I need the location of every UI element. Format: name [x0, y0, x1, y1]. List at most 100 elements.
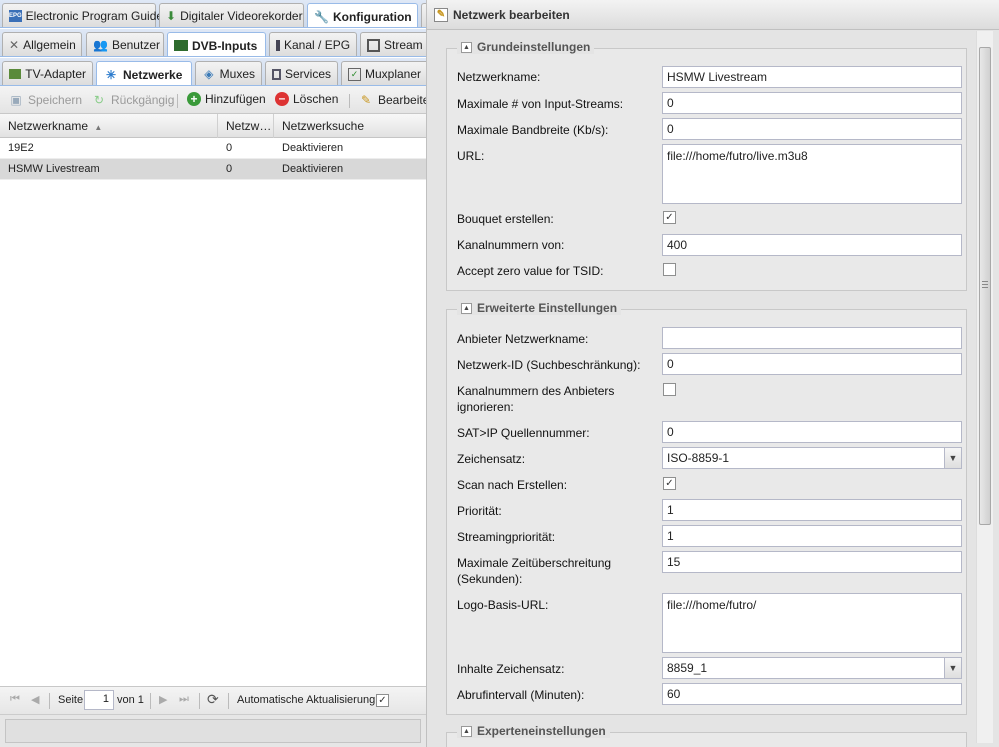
undo-button[interactable]: ↻ Rückgängig [91, 92, 174, 108]
tab-label: Allgemein [23, 38, 76, 52]
content-charset-select[interactable]: 8859_1 ▼ [662, 657, 962, 679]
first-page-icon[interactable]: ⏮ [10, 693, 20, 706]
epg-icon: EPG [9, 10, 22, 22]
tab-epg[interactable]: EPG Electronic Program Guide [2, 3, 163, 27]
add-button[interactable]: + Hinzufügen [187, 92, 266, 106]
page-total-label: von 1 [117, 694, 144, 706]
content-charset-value: 8859_1 [667, 661, 708, 675]
edit-icon: ✎ [360, 93, 372, 107]
url-label: URL: [457, 149, 485, 163]
tab-konfiguration[interactable]: 🔧 Konfiguration [307, 3, 418, 27]
pager-separator [199, 693, 200, 709]
logo-url-textarea[interactable]: file:///home/futro/ [662, 593, 962, 653]
save-icon: ▣ [10, 93, 22, 107]
column-header-name[interactable]: Netzwerkname ▲ [0, 114, 218, 138]
grip-line [982, 284, 988, 285]
legend-label: Experteneinstellungen [477, 724, 606, 738]
cell-scan: Deaktivieren [282, 163, 344, 175]
channel-number-input[interactable]: 400 [662, 234, 962, 256]
antenna-icon: ✳ [105, 67, 117, 82]
tab-tv-adapter[interactable]: TV-Adapter [2, 61, 93, 85]
table-row-selected[interactable]: HSMW Livestream 0 Deaktivieren [0, 159, 426, 180]
scan-after-create-label: Scan nach Erstellen: [457, 478, 568, 492]
save-label: Speichern [28, 93, 83, 107]
edit-button[interactable]: ✎ Bearbeiten [358, 92, 426, 108]
network-name-input[interactable]: HSMW Livestream [662, 66, 962, 88]
tab-muxplaner[interactable]: ✓ Muxplaner [341, 61, 426, 85]
pager-separator [150, 693, 151, 709]
scan-after-create-checkbox[interactable]: ✓ [663, 477, 676, 490]
status-bar [0, 714, 426, 747]
column-label: Netzwerksuche [282, 119, 365, 133]
tsid-checkbox[interactable] [663, 263, 676, 276]
max-bandwidth-input[interactable]: 0 [662, 118, 962, 140]
tab-benutzer[interactable]: 👥 Benutzer [86, 32, 164, 56]
network-id-label: Netzwerk-ID (Suchbeschränkung): [457, 358, 641, 372]
interval-label: Abrufintervall (Minuten): [457, 688, 585, 702]
dvb-tab-bar: TV-Adapter ✳ Netzwerke ◈ Muxes Services … [0, 58, 426, 86]
tab-muxes[interactable]: ◈ Muxes [195, 61, 262, 85]
undo-icon: ↻ [93, 93, 105, 107]
column-label: Netzwerkname [8, 119, 89, 133]
column-header-scan[interactable]: Netzwerksuche [274, 114, 426, 138]
provider-name-input[interactable] [662, 327, 962, 349]
chevron-down-icon[interactable]: ▼ [944, 658, 961, 678]
bouquet-checkbox[interactable]: ✓ [663, 211, 676, 224]
table-row[interactable]: 19E2 0 Deaktivieren [0, 138, 426, 159]
collapse-icon[interactable]: ▲ [461, 302, 472, 314]
scrollbar-thumb[interactable] [979, 47, 991, 525]
url-textarea[interactable]: file:///home/futro/live.m3u8 [662, 144, 962, 204]
tab-services[interactable]: Services [265, 61, 338, 85]
scheduler-icon: ✓ [348, 67, 361, 81]
prev-page-icon[interactable]: ◀ [31, 693, 39, 706]
charset-select[interactable]: ISO-8859-1 ▼ [662, 447, 962, 469]
fieldset-legend[interactable]: ▲ Erweiterte Einstellungen [457, 301, 622, 315]
legend-label: Erweiterte Einstellungen [477, 301, 618, 315]
edit-label: Bearbeiten [378, 93, 426, 107]
fieldset-legend[interactable]: ▲ Experteneinstellungen [457, 724, 610, 738]
page-number-input[interactable]: 1 [84, 690, 114, 710]
cell-count: 0 [226, 142, 233, 154]
fieldset-legend[interactable]: ▲ Grundeinstellungen [457, 40, 595, 54]
network-id-input[interactable]: 0 [662, 353, 962, 375]
priority-input[interactable]: 1 [662, 499, 962, 521]
refresh-icon[interactable]: ⟳ [207, 691, 219, 708]
tab-dvr[interactable]: ⬇ Digitaler Videorekorder [159, 3, 304, 27]
edit-network-panel: ✎ Netzwerk bearbeiten ▲ Grundeinstellung… [426, 0, 999, 747]
column-header-count[interactable]: Netzw… [218, 114, 274, 138]
fieldset-expert: ▲ Experteneinstellungen [446, 724, 967, 747]
streaming-priority-input[interactable]: 1 [662, 525, 962, 547]
priority-label: Priorität: [457, 504, 502, 518]
charset-label: Zeichensatz: [457, 452, 526, 466]
cell-name: 19E2 [8, 142, 34, 154]
tab-stream[interactable]: Stream [360, 32, 426, 56]
legend-label: Grundeinstellungen [477, 40, 591, 54]
chevron-down-icon[interactable]: ▼ [944, 448, 961, 468]
panel-header: ✎ Netzwerk bearbeiten [427, 0, 999, 30]
collapse-icon[interactable]: ▲ [461, 41, 472, 53]
main-tab-bar: EPG Electronic Program Guide ⬇ Digitaler… [0, 0, 426, 28]
tab-allgemein[interactable]: ✕ Allgemein [2, 32, 82, 56]
tab-netzwerke[interactable]: ✳ Netzwerke [96, 61, 192, 85]
satip-source-input[interactable]: 0 [662, 421, 962, 443]
provider-name-label: Anbieter Netzwerkname: [457, 332, 589, 346]
tab-label: Konfiguration [332, 9, 412, 24]
delete-button[interactable]: – Löschen [275, 92, 338, 106]
ignore-channel-checkbox[interactable] [663, 383, 676, 396]
card-icon [174, 40, 188, 51]
ignore-channel-label: Kanalnummern des Anbieters [457, 384, 615, 398]
streaming-priority-label: Streamingpriorität: [457, 530, 556, 544]
tab-kanal-epg[interactable]: Kanal / EPG [269, 32, 357, 56]
panel-scrollbar[interactable] [976, 31, 993, 743]
save-button[interactable]: ▣ Speichern [8, 92, 82, 108]
timeout-input[interactable]: 15 [662, 551, 962, 573]
last-page-icon[interactable]: ⏭ [179, 693, 189, 706]
auto-refresh-checkbox[interactable]: ✓ [376, 694, 389, 707]
delete-label: Löschen [293, 92, 339, 106]
interval-input[interactable]: 60 [662, 683, 962, 705]
auto-refresh-label: Automatische Aktualisierung [237, 694, 376, 706]
tab-dvb-inputs[interactable]: DVB-Inputs [167, 32, 266, 56]
max-streams-input[interactable]: 0 [662, 92, 962, 114]
collapse-icon[interactable]: ▲ [461, 725, 472, 737]
next-page-icon[interactable]: ▶ [159, 693, 167, 706]
